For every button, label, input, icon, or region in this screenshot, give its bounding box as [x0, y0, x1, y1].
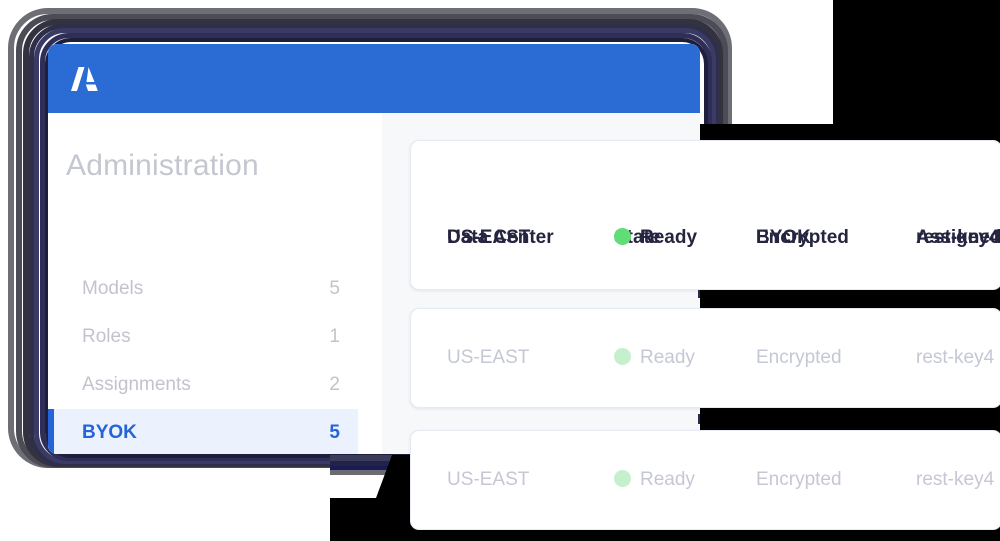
status-dot-ready — [614, 348, 631, 365]
table-row-card-2-overlay[interactable]: US-EAST Ready Encrypted rest-key4 — [410, 308, 1000, 408]
cell-byok: Encrypted — [756, 227, 849, 248]
sidebar-item-roles[interactable]: Roles 1 — [48, 313, 358, 361]
cell-state-label: Ready — [640, 227, 698, 248]
app-titlebar — [48, 44, 700, 113]
sidebar-item-count: 5 — [329, 278, 340, 299]
page-title: Administration — [66, 149, 259, 182]
sidebar-item-label: Assignments — [82, 374, 191, 395]
sidebar-item-byok[interactable]: BYOK 5 — [48, 409, 358, 454]
mask-top-right-block — [833, 0, 1000, 132]
screenshot-stage: Administration Models 5 Roles 1 Assignme… — [0, 0, 1000, 541]
appdynamics-a-logo-icon — [71, 67, 98, 91]
artifact-bar — [330, 470, 392, 475]
cell-byok: Encrypted — [756, 347, 842, 368]
active-indicator-bar — [48, 409, 54, 454]
cell-state: Ready — [614, 469, 695, 491]
cell-state: Ready — [614, 347, 695, 369]
sidebar-item-assignments[interactable]: Assignments 2 — [48, 361, 358, 409]
cell-state-label: Ready — [640, 347, 695, 368]
cell-data-center: US-EAST — [447, 347, 530, 368]
cell-state-label: Ready — [640, 469, 695, 490]
sidebar-item-count: 1 — [329, 326, 340, 347]
cell-state: Ready — [614, 227, 697, 249]
cell-assigned: rest-key4 — [916, 469, 995, 490]
status-dot-ready — [614, 228, 631, 245]
cell-byok: Encrypted — [756, 469, 842, 490]
sidebar-item-count: 5 — [329, 422, 340, 443]
table-row-card-3-overlay[interactable]: US-EAST Ready Encrypted rest-key4 — [410, 430, 1000, 530]
cell-data-center: US-EAST — [447, 227, 531, 248]
sidebar-item-label: BYOK — [82, 422, 137, 443]
status-dot-ready — [614, 470, 631, 487]
cell-assigned: rest-key4 — [916, 347, 995, 368]
cell-assigned: rest-key4 — [916, 227, 1000, 248]
table-card-primary-overlay: Data Center State BYOK Assigned US-EAST … — [410, 140, 1000, 290]
sidebar-item-models[interactable]: Models 5 — [48, 265, 358, 313]
sidebar-item-count: 2 — [329, 374, 340, 395]
sidebar-item-label: Roles — [82, 326, 131, 347]
sidebar-item-label: Models — [82, 278, 144, 299]
cell-data-center: US-EAST — [447, 469, 530, 490]
sidebar: Administration Models 5 Roles 1 Assignme… — [48, 113, 382, 454]
